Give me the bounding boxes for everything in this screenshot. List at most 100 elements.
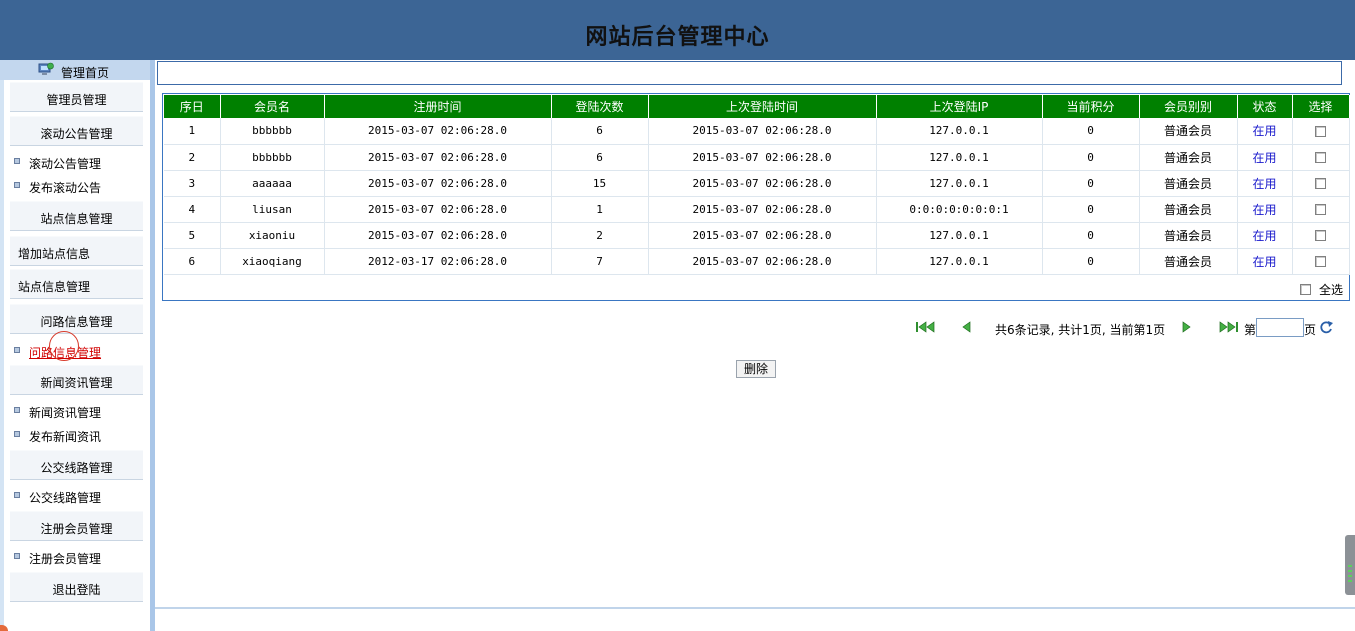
cell-points: 0 — [1042, 248, 1140, 275]
cell-points: 0 — [1042, 196, 1140, 223]
cell-status: 在用 — [1237, 196, 1293, 223]
content-top-bar — [157, 61, 1342, 85]
row-checkbox[interactable] — [1315, 204, 1326, 215]
cell-select — [1292, 222, 1350, 249]
cell-name: xiaoqiang — [220, 248, 325, 275]
cell-no: 4 — [164, 196, 221, 223]
bullet-icon — [14, 182, 20, 188]
bullet-icon — [14, 407, 20, 413]
cell-last-login: 2015-03-07 02:06:28.0 — [648, 222, 877, 249]
first-page-icon[interactable] — [915, 321, 937, 333]
status-link[interactable]: 在用 — [1252, 203, 1276, 217]
col-header-reg-time[interactable]: 注册时间 — [324, 95, 552, 118]
table-row: 4 liusan 2015-03-07 02:06:28.0 1 2015-03… — [164, 196, 1350, 223]
sidebar-item-label: 新闻资讯管理 — [29, 406, 102, 420]
sidebar-item-site-add[interactable]: 增加站点信息 — [10, 236, 143, 266]
col-header-ip[interactable]: 上次登陆IP — [876, 95, 1043, 118]
cell-last-login: 2015-03-07 02:06:28.0 — [648, 196, 877, 223]
sidebar-home[interactable]: 管理首页 — [0, 60, 150, 80]
cell-select — [1292, 170, 1350, 197]
sidebar-item-site-manage[interactable]: 站点信息管理 — [10, 269, 143, 299]
cell-no: 6 — [164, 248, 221, 275]
cell-level: 普通会员 — [1139, 118, 1238, 145]
bullet-icon — [14, 158, 20, 164]
next-page-icon[interactable] — [1182, 321, 1192, 333]
cell-select — [1292, 196, 1350, 223]
sidebar-section-label: 管理员管理 — [46, 93, 107, 107]
status-link[interactable]: 在用 — [1252, 177, 1276, 191]
cell-level: 普通会员 — [1139, 144, 1238, 171]
sidebar-section-member[interactable]: 注册会员管理 — [10, 511, 143, 541]
click-marker-circle — [49, 331, 79, 361]
sidebar-section-admin[interactable]: 管理员管理 — [10, 82, 143, 112]
select-all[interactable]: 全选 — [1300, 281, 1343, 298]
cell-reg-time: 2015-03-07 02:06:28.0 — [324, 170, 552, 197]
cell-name: bbbbbb — [220, 144, 325, 171]
sidebar-item-label: 注册会员管理 — [29, 552, 102, 566]
delete-button[interactable]: 删除 — [736, 360, 776, 378]
status-link[interactable]: 在用 — [1252, 255, 1276, 269]
prev-page-icon[interactable] — [961, 321, 971, 333]
cell-points: 0 — [1042, 170, 1140, 197]
pagination-info: 共6条记录, 共计1页, 当前第1页 — [995, 323, 1166, 337]
sidebar-section-label: 滚动公告管理 — [40, 127, 113, 141]
select-all-checkbox[interactable] — [1300, 284, 1311, 295]
last-page-icon[interactable] — [1217, 321, 1239, 333]
cell-reg-time: 2015-03-07 02:06:28.0 — [324, 144, 552, 171]
col-header-no[interactable]: 序日 — [164, 95, 221, 118]
sidebar-section-ask[interactable]: 问路信息管理 — [10, 304, 143, 334]
col-header-status[interactable]: 状态 — [1237, 95, 1293, 118]
cell-logins: 15 — [551, 170, 649, 197]
status-link[interactable]: 在用 — [1252, 124, 1276, 138]
table-row: 6 xiaoqiang 2012-03-17 02:06:28.0 7 2015… — [164, 248, 1350, 275]
refresh-go-icon[interactable] — [1318, 320, 1334, 334]
row-checkbox[interactable] — [1315, 178, 1326, 189]
col-header-logins[interactable]: 登陆次数 — [551, 95, 649, 118]
cell-name: liusan — [220, 196, 325, 223]
cell-status: 在用 — [1237, 248, 1293, 275]
sidebar-section-label: 问路信息管理 — [40, 315, 113, 329]
status-link[interactable]: 在用 — [1252, 229, 1276, 243]
col-header-level[interactable]: 会员别别 — [1139, 95, 1238, 118]
select-all-label: 全选 — [1319, 283, 1344, 297]
side-scroll-widget[interactable] — [1345, 535, 1355, 595]
sidebar-section-news[interactable]: 新闻资讯管理 — [10, 365, 143, 395]
col-header-name[interactable]: 会员名 — [220, 95, 325, 118]
cell-logins: 7 — [551, 248, 649, 275]
page-number-input[interactable] — [1256, 318, 1304, 337]
col-header-last-login[interactable]: 上次登陆时间 — [648, 95, 877, 118]
col-header-select[interactable]: 选择 — [1292, 95, 1350, 118]
cell-name: xiaoniu — [220, 222, 325, 249]
row-checkbox[interactable] — [1315, 230, 1326, 241]
bullet-icon — [14, 492, 20, 498]
page-title: 网站后台管理中心 — [585, 24, 770, 50]
col-header-points[interactable]: 当前积分 — [1042, 95, 1140, 118]
bullet-icon — [14, 347, 20, 353]
sidebar-section-label: 退出登陆 — [52, 583, 101, 597]
row-checkbox[interactable] — [1315, 256, 1326, 267]
widget-indicator — [1348, 565, 1352, 567]
cell-no: 2 — [164, 144, 221, 171]
cell-name: bbbbbb — [220, 118, 325, 145]
table-header-row: 序日 会员名 注册时间 登陆次数 上次登陆时间 上次登陆IP 当前积分 会员别别… — [164, 95, 1350, 118]
sidebar-divider — [150, 60, 155, 631]
row-checkbox[interactable] — [1315, 152, 1326, 163]
sidebar-section-logout[interactable]: 退出登陆 — [10, 572, 143, 602]
table-row: 5 xiaoniu 2015-03-07 02:06:28.0 2 2015-0… — [164, 222, 1350, 249]
cell-no: 3 — [164, 170, 221, 197]
status-link[interactable]: 在用 — [1252, 151, 1276, 165]
sidebar-item-label: 发布新闻资讯 — [29, 430, 102, 444]
cell-level: 普通会员 — [1139, 170, 1238, 197]
sidebar-section-bus[interactable]: 公交线路管理 — [10, 450, 143, 480]
member-table: 序日 会员名 注册时间 登陆次数 上次登陆时间 上次登陆IP 当前积分 会员别别… — [164, 95, 1350, 275]
pagination: 共6条记录, 共计1页, 当前第1页 第 页 — [915, 318, 1340, 338]
row-checkbox[interactable] — [1315, 125, 1326, 137]
cell-last-login: 2015-03-07 02:06:28.0 — [648, 170, 877, 197]
page-suffix: 页 — [1304, 323, 1317, 337]
sidebar-section-site[interactable]: 站点信息管理 — [10, 201, 143, 231]
cell-last-login: 2015-03-07 02:06:28.0 — [648, 248, 877, 275]
cell-level: 普通会员 — [1139, 222, 1238, 249]
sidebar-section-notice[interactable]: 滚动公告管理 — [10, 116, 143, 146]
cell-reg-time: 2012-03-17 02:06:28.0 — [324, 248, 552, 275]
sidebar-item-label: 公交线路管理 — [29, 491, 102, 505]
